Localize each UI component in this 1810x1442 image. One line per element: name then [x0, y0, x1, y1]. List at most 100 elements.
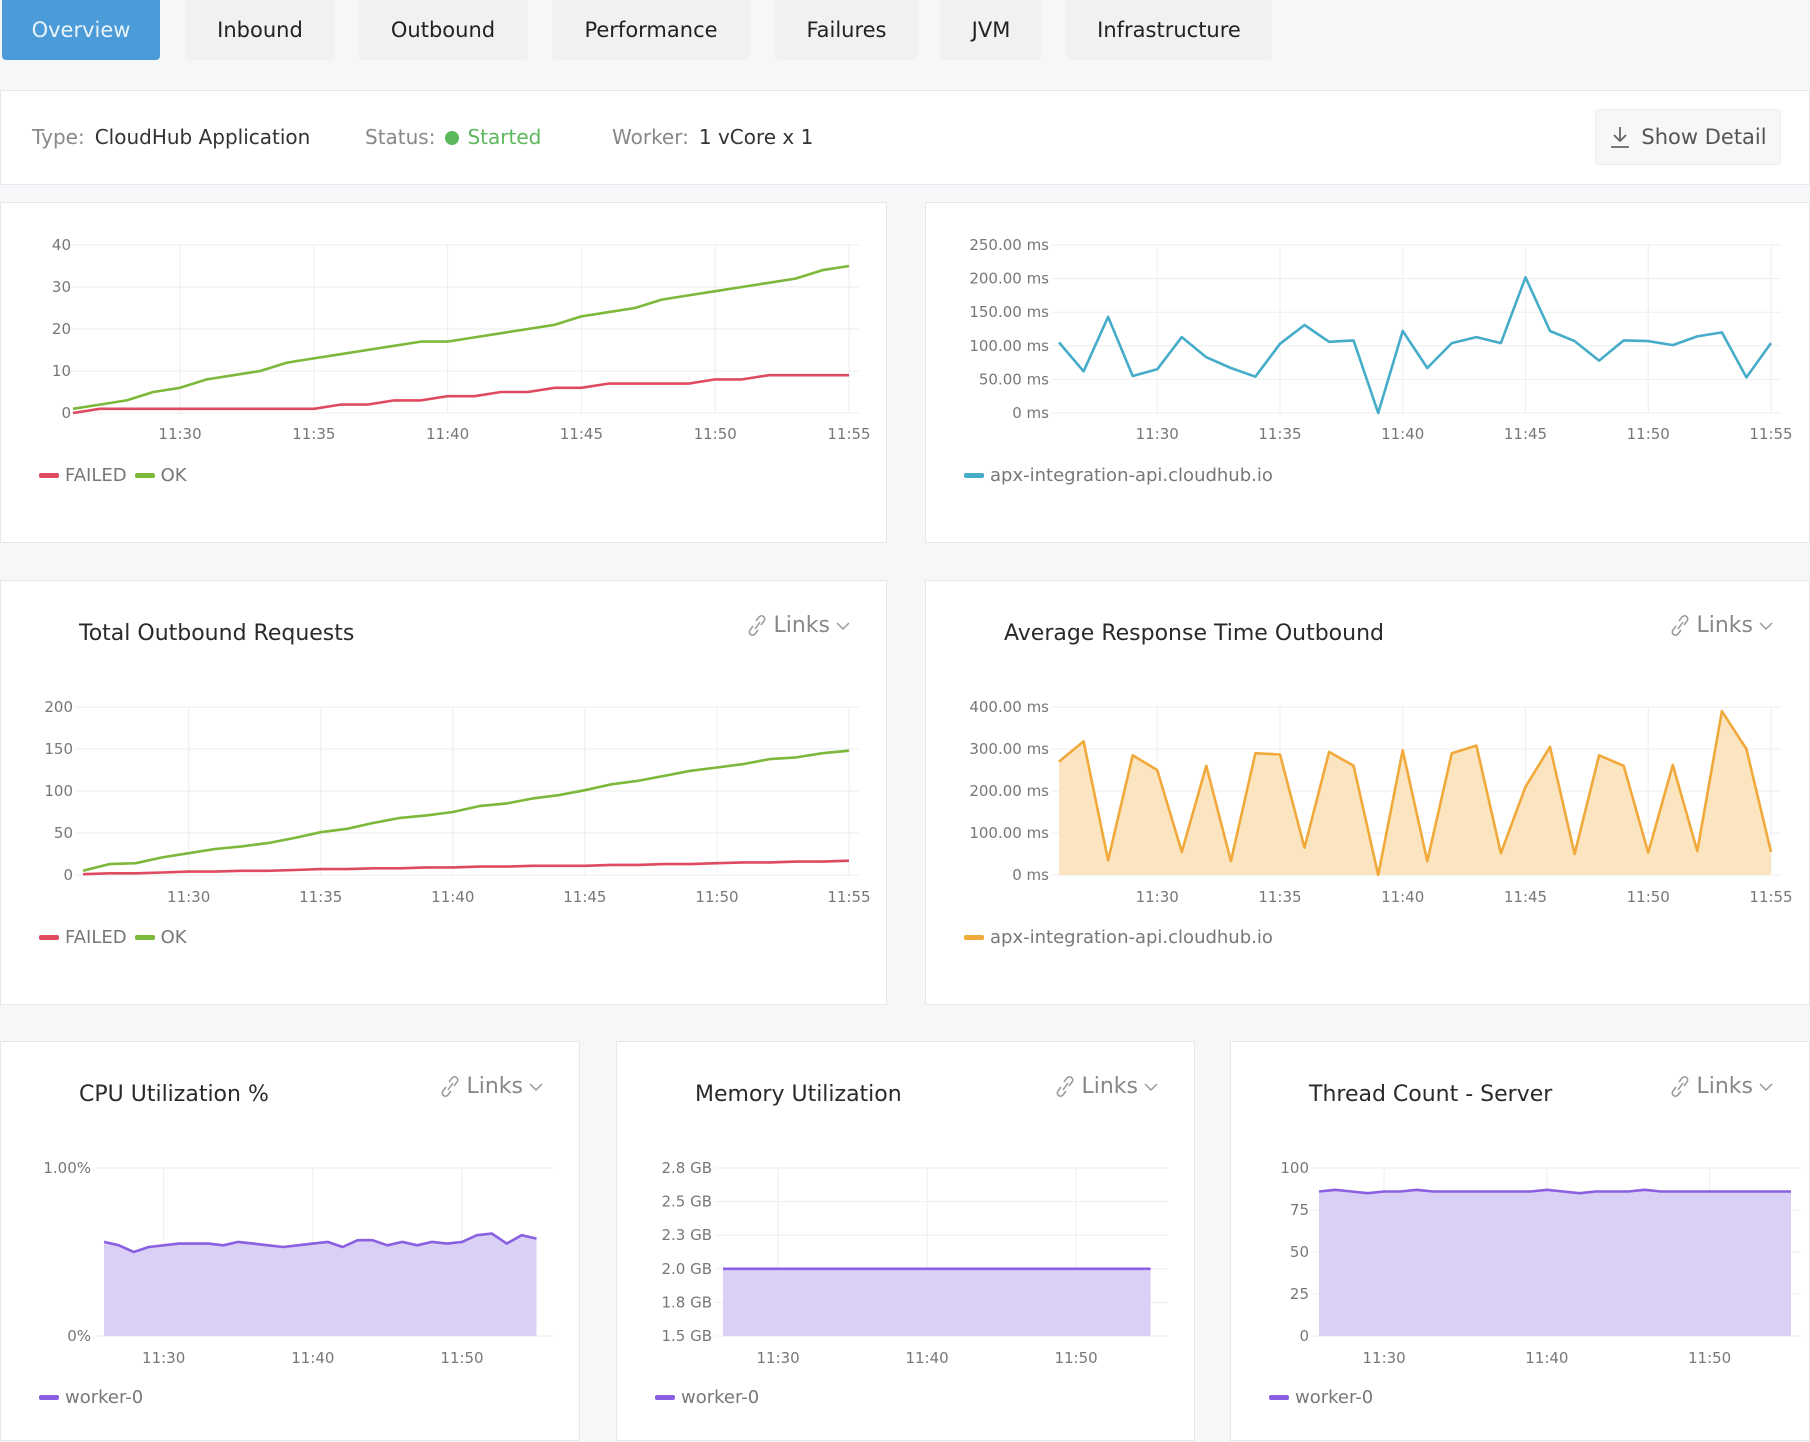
- type-value: CloudHub Application: [95, 125, 311, 149]
- tab-overview[interactable]: Overview: [2, 0, 160, 60]
- y-tick-label: 100: [1280, 1159, 1309, 1177]
- tab-jvm[interactable]: JVM: [940, 0, 1042, 60]
- download-icon: [1609, 125, 1631, 149]
- series-area-worker-0: [723, 1269, 1151, 1336]
- tab-inbound[interactable]: Inbound: [185, 0, 335, 60]
- x-tick-label: 11:55: [1749, 425, 1792, 443]
- x-tick-label: 11:40: [426, 425, 469, 443]
- legend-label: worker-0: [1295, 1387, 1373, 1408]
- x-tick-label: 11:35: [1258, 425, 1301, 443]
- legend-swatch: [964, 935, 984, 940]
- legend-item[interactable]: worker-0: [39, 1387, 143, 1408]
- tab-outbound[interactable]: Outbound: [358, 0, 528, 60]
- y-tick-label: 300.00 ms: [969, 740, 1049, 758]
- legend-label: worker-0: [681, 1387, 759, 1408]
- legend-item[interactable]: apx-integration-api.cloudhub.io: [964, 465, 1273, 486]
- x-tick-label: 11:45: [1504, 425, 1547, 443]
- y-tick-label: 0%: [67, 1327, 91, 1345]
- y-tick-label: 100: [44, 782, 73, 800]
- y-tick-label: 50: [1290, 1243, 1309, 1261]
- legend-item[interactable]: worker-0: [1269, 1387, 1373, 1408]
- legend-memory-utilization: worker-0: [655, 1387, 767, 1408]
- panel-thread-count-server: Thread Count - Server Links 025507510011…: [1230, 1041, 1810, 1441]
- legend-label: worker-0: [65, 1387, 143, 1408]
- chart-cpu-utilization: 0%1.00%11:3011:4011:50: [1, 1042, 581, 1442]
- tab-performance[interactable]: Performance: [552, 0, 750, 60]
- legend-item[interactable]: OK: [135, 465, 187, 486]
- x-tick-label: 11:40: [1381, 888, 1424, 906]
- worker-label: Worker:: [612, 125, 689, 149]
- panel-total-outbound-requests: Total Outbound Requests Links 0501001502…: [0, 580, 887, 1005]
- y-tick-label: 2.5 GB: [661, 1193, 712, 1211]
- legend-item[interactable]: FAILED: [39, 465, 127, 486]
- x-tick-label: 11:50: [694, 425, 737, 443]
- legend-item[interactable]: FAILED: [39, 927, 127, 948]
- legend-swatch: [39, 473, 59, 478]
- y-tick-label: 150.00 ms: [969, 303, 1049, 321]
- y-tick-label: 75: [1290, 1201, 1309, 1219]
- show-detail-button[interactable]: Show Detail: [1595, 109, 1781, 165]
- x-tick-label: 11:50: [1688, 1349, 1731, 1367]
- x-tick-label: 11:45: [1504, 888, 1547, 906]
- y-tick-label: 30: [52, 278, 71, 296]
- series-line-ok: [83, 751, 849, 871]
- y-tick-label: 0: [61, 404, 71, 422]
- status-info: Status:Started: [365, 125, 541, 149]
- x-tick-label: 11:40: [291, 1349, 334, 1367]
- chart-inbound-requests: 01020304011:3011:3511:4011:4511:5011:55: [1, 203, 888, 544]
- y-tick-label: 250.00 ms: [969, 236, 1049, 254]
- chart-thread-count-server: 025507510011:3011:4011:50: [1231, 1042, 1810, 1442]
- tab-bar: Overview Inbound Outbound Performance Fa…: [0, 0, 1810, 62]
- legend-swatch: [135, 473, 155, 478]
- tab-infrastructure[interactable]: Infrastructure: [1066, 0, 1272, 60]
- y-tick-label: 0 ms: [1012, 404, 1049, 422]
- y-tick-label: 400.00 ms: [969, 698, 1049, 716]
- legend-swatch: [39, 935, 59, 940]
- x-tick-label: 11:30: [158, 425, 201, 443]
- x-tick-label: 11:40: [1381, 425, 1424, 443]
- show-detail-label: Show Detail: [1641, 125, 1766, 149]
- legend-label: OK: [161, 465, 187, 486]
- legend-inbound-response-time: apx-integration-api.cloudhub.io: [964, 465, 1281, 486]
- x-tick-label: 11:50: [695, 888, 738, 906]
- status-label: Status:: [365, 125, 435, 149]
- x-tick-label: 11:35: [1258, 888, 1301, 906]
- y-tick-label: 150: [44, 740, 73, 758]
- x-tick-label: 11:50: [1627, 888, 1670, 906]
- legend-label: apx-integration-api.cloudhub.io: [990, 465, 1273, 486]
- x-tick-label: 11:35: [299, 888, 342, 906]
- chart-memory-utilization: 1.5 GB1.8 GB2.0 GB2.3 GB2.5 GB2.8 GB11:3…: [617, 1042, 1196, 1442]
- legend-swatch: [655, 1395, 675, 1400]
- legend-item[interactable]: OK: [135, 927, 187, 948]
- x-tick-label: 11:30: [1136, 888, 1179, 906]
- legend-swatch: [964, 473, 984, 478]
- legend-swatch: [1269, 1395, 1289, 1400]
- legend-label: apx-integration-api.cloudhub.io: [990, 927, 1273, 948]
- y-tick-label: 20: [52, 320, 71, 338]
- y-tick-label: 1.5 GB: [661, 1327, 712, 1345]
- type-info: Type:CloudHub Application: [32, 125, 310, 149]
- panel-memory-utilization: Memory Utilization Links 1.5 GB1.8 GB2.0…: [616, 1041, 1195, 1441]
- panel-inbound-requests: 01020304011:3011:3511:4011:4511:5011:55 …: [0, 202, 887, 543]
- legend-swatch: [39, 1395, 59, 1400]
- y-tick-label: 100.00 ms: [969, 824, 1049, 842]
- legend-item[interactable]: worker-0: [655, 1387, 759, 1408]
- y-tick-label: 50: [54, 824, 73, 842]
- x-tick-label: 11:55: [827, 888, 870, 906]
- legend-average-response-time-outbound: apx-integration-api.cloudhub.io: [964, 927, 1281, 948]
- chart-inbound-response-time: 0 ms50.00 ms100.00 ms150.00 ms200.00 ms2…: [926, 203, 1810, 544]
- panel-cpu-utilization: CPU Utilization % Links 0%1.00%11:3011:4…: [0, 1041, 580, 1441]
- x-tick-label: 11:45: [563, 888, 606, 906]
- y-tick-label: 100.00 ms: [969, 337, 1049, 355]
- series-line-apx-integration-api-cloudhub-io: [1059, 277, 1771, 413]
- legend-item[interactable]: apx-integration-api.cloudhub.io: [964, 927, 1273, 948]
- legend-thread-count-server: worker-0: [1269, 1387, 1381, 1408]
- x-tick-label: 11:30: [757, 1349, 800, 1367]
- series-area-worker-0: [104, 1234, 537, 1337]
- tab-failures[interactable]: Failures: [775, 0, 918, 60]
- x-tick-label: 11:50: [1627, 425, 1670, 443]
- x-tick-label: 11:30: [1136, 425, 1179, 443]
- series-area-worker-0: [1319, 1190, 1791, 1336]
- legend-label: FAILED: [65, 465, 127, 486]
- legend-label: OK: [161, 927, 187, 948]
